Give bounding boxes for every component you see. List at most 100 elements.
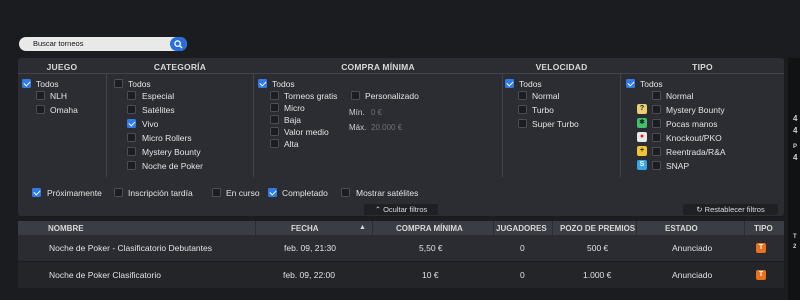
completado-checkbox[interactable] — [268, 188, 277, 197]
proximamente-checkbox[interactable] — [32, 188, 41, 197]
compra-todos-label: Todos — [272, 79, 295, 89]
reset-filters-button[interactable]: ↻ Restablecer filtros — [683, 204, 778, 215]
th-compra[interactable]: COMPRA MÍNIMA — [396, 224, 463, 233]
compra-micro-checkbox[interactable] — [270, 103, 279, 112]
compra-min-input[interactable]: 0 € — [371, 108, 382, 117]
cell-pozo: 500 € — [587, 243, 609, 253]
categoria-noche-poker-checkbox[interactable] — [127, 161, 136, 170]
inscripcion-tardia-checkbox[interactable] — [114, 188, 123, 197]
top-bar — [0, 0, 800, 30]
tipo-knockout-checkbox[interactable] — [652, 133, 661, 142]
tipo-reentrada-label: Reentrada/R&A — [666, 147, 726, 157]
categoria-vivo-checkbox[interactable] — [127, 119, 136, 128]
velocidad-super-turbo-checkbox[interactable] — [518, 119, 527, 128]
cell-estado: Anunciado — [672, 243, 713, 253]
compra-personalizado-checkbox[interactable] — [351, 91, 360, 100]
velocidad-todos-checkbox[interactable] — [505, 79, 514, 88]
compra-medio-checkbox[interactable] — [270, 127, 279, 136]
compra-gratis-checkbox[interactable] — [270, 91, 279, 100]
categoria-satelites-label: Satélites — [142, 105, 175, 115]
side-panel: 4 4 P 4 T 2 — [788, 58, 800, 300]
th-pozo[interactable]: POZO DE PREMIOS — [560, 224, 635, 233]
few-hands-icon: ✱ — [637, 118, 647, 128]
juego-nlh-label: NLH — [50, 91, 68, 101]
compra-todos-checkbox[interactable] — [258, 79, 267, 88]
side-panel-text: 4 — [793, 153, 798, 162]
en-curso-checkbox[interactable] — [212, 188, 221, 197]
side-panel-text: 4 — [793, 114, 798, 123]
categoria-todos-checkbox[interactable] — [114, 79, 123, 88]
velocidad-turbo-label: Turbo — [532, 105, 554, 115]
compra-baja-checkbox[interactable] — [270, 115, 279, 124]
reset-filters-label: Restablecer filtros — [704, 205, 765, 214]
sort-asc-icon[interactable]: ▲ — [359, 224, 366, 231]
reentry-icon: + — [637, 146, 647, 156]
th-estado[interactable]: ESTADO — [665, 224, 698, 233]
categoria-especial-label: Especial — [142, 91, 175, 101]
categoria-micro-rollers-checkbox[interactable] — [127, 133, 136, 142]
divider — [493, 221, 494, 235]
tipo-pocas-manos-checkbox[interactable] — [652, 119, 661, 128]
categoria-satelites-checkbox[interactable] — [127, 105, 136, 114]
divider — [106, 74, 107, 177]
hide-filters-label: Ocultar filtros — [383, 205, 428, 214]
divider — [636, 221, 637, 235]
th-tipo[interactable]: TIPO — [754, 224, 773, 233]
velocidad-normal-checkbox[interactable] — [518, 91, 527, 100]
search-button[interactable] — [170, 37, 187, 51]
divider — [253, 74, 254, 177]
tipo-reentrada-checkbox[interactable] — [652, 147, 661, 156]
compra-alta-checkbox[interactable] — [270, 139, 279, 148]
cell-nombre: Noche de Poker - Clasificatorio Debutant… — [49, 243, 212, 253]
divider — [18, 73, 784, 74]
side-panel-text: 2 — [793, 244, 797, 250]
categoria-mystery-bounty-checkbox[interactable] — [127, 147, 136, 156]
juego-todos-label: Todos — [36, 79, 59, 89]
tipo-todos-checkbox[interactable] — [626, 79, 635, 88]
refresh-icon: ↻ — [696, 205, 703, 214]
cell-fecha: feb. 09, 22:00 — [283, 270, 335, 280]
juego-omaha-checkbox[interactable] — [36, 105, 45, 114]
mostrar-satelites-checkbox[interactable] — [341, 188, 350, 197]
column-header-tipo: TIPO — [692, 62, 713, 72]
cell-fecha: feb. 09, 21:30 — [284, 243, 336, 253]
tipo-snap-checkbox[interactable] — [652, 161, 661, 170]
side-panel-text: T — [793, 234, 797, 240]
tipo-mystery-bounty-checkbox[interactable] — [652, 105, 661, 114]
side-panel-text: 4 — [793, 126, 798, 135]
cell-jugadores: 0 — [520, 243, 525, 253]
tipo-normal-label: Normal — [666, 91, 694, 101]
compra-max-input[interactable]: 20.000 € — [371, 123, 402, 132]
categoria-micro-rollers-label: Micro Rollers — [142, 133, 192, 143]
cell-compra: 10 € — [422, 270, 439, 280]
categoria-mystery-bounty-label: Mystery Bounty — [142, 147, 201, 157]
tipo-snap-label: SNAP — [666, 161, 690, 171]
th-fecha[interactable]: FECHA — [291, 224, 319, 233]
juego-todos-checkbox[interactable] — [22, 79, 31, 88]
divider — [255, 221, 256, 235]
juego-omaha-label: Omaha — [50, 105, 78, 115]
th-jugadores[interactable]: JUGADORES — [496, 224, 547, 233]
cell-estado: Anunciado — [672, 270, 713, 280]
tipo-knockout-label: Knockout/PKO — [666, 133, 722, 143]
tipo-normal-checkbox[interactable] — [652, 91, 661, 100]
search-input[interactable]: Buscar torneos — [19, 37, 187, 51]
th-nombre[interactable]: NOMBRE — [48, 224, 84, 233]
divider — [372, 221, 373, 235]
velocidad-normal-label: Normal — [532, 91, 560, 101]
compra-alta-label: Alta — [284, 139, 299, 149]
velocidad-turbo-checkbox[interactable] — [518, 105, 527, 114]
velocidad-super-turbo-label: Super Turbo — [532, 119, 579, 129]
juego-nlh-checkbox[interactable] — [36, 91, 45, 100]
compra-micro-label: Micro — [284, 103, 305, 113]
divider — [502, 74, 503, 177]
hide-filters-button[interactable]: ⌃ Ocultar filtros — [364, 204, 438, 215]
mystery-bounty-icon: ? — [637, 104, 647, 114]
categoria-todos-label: Todos — [128, 79, 151, 89]
proximamente-label: Próximamente — [47, 188, 102, 198]
cell-jugadores: 0 — [520, 270, 525, 280]
chevron-up-icon: ⌃ — [374, 205, 381, 214]
categoria-especial-checkbox[interactable] — [127, 91, 136, 100]
compra-personalizado-label: Personalizado — [365, 91, 419, 101]
cell-nombre: Noche de Poker Clasificatorio — [49, 270, 161, 280]
